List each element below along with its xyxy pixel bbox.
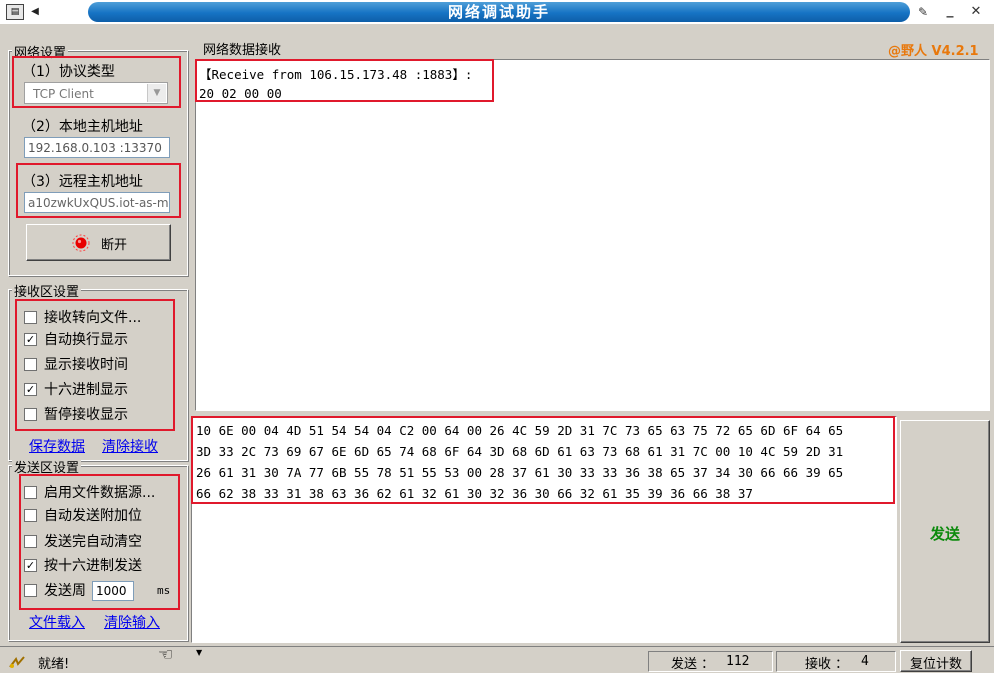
system-menu-icon[interactable]: ◀ — [22, 3, 48, 21]
receive-textarea[interactable]: 【Receive from 106.15.173.48 :1883】: 20 0… — [195, 59, 990, 411]
checkbox-box[interactable]: ✓ — [24, 559, 37, 572]
protocol-value: TCP Client — [33, 87, 94, 101]
clear-receive-link[interactable]: 清除接收 — [102, 436, 158, 456]
chevron-down-icon[interactable]: ▼ — [147, 84, 166, 102]
remote-host-field[interactable]: a10zwkUxQUS.iot-as-m — [24, 192, 170, 213]
checkbox-label: 发送周 — [44, 583, 86, 599]
protocol-label: （1）协议类型 — [22, 64, 115, 80]
checkbox-label: 按十六进制发送 — [44, 558, 142, 574]
checkbox-label: 十六进制显示 — [44, 382, 128, 398]
checkbox-label: 自动发送附加位 — [44, 508, 142, 524]
sent-count-label: 发送 ： — [671, 657, 715, 672]
checkbox-box[interactable] — [24, 509, 37, 522]
sent-count-panel: 发送 ： 112 — [648, 651, 773, 672]
reset-count-label: 复位计数 — [909, 657, 962, 672]
pin-icon[interactable]: ✎ — [913, 4, 933, 20]
checkbox-box[interactable] — [24, 486, 37, 499]
checkbox-label: 启用文件数据源... — [44, 485, 156, 501]
checkbox-box[interactable] — [24, 408, 37, 421]
recv-count-label: 接收 ： — [805, 657, 849, 672]
dropdown-arrow-icon[interactable]: ▼ — [196, 648, 202, 657]
checkbox-label: 自动换行显示 — [44, 332, 128, 348]
period-unit-label: ms — [157, 584, 171, 597]
hand-pointer-icon: ☜ — [158, 645, 174, 665]
checkbox-box[interactable] — [24, 535, 37, 548]
close-icon[interactable]: ✕ — [966, 4, 986, 20]
checkbox-box[interactable] — [24, 358, 37, 371]
checkbox-box[interactable] — [24, 311, 37, 324]
reset-count-button[interactable]: 复位计数 — [900, 650, 972, 672]
remote-host-label: （3）远程主机地址 — [22, 174, 143, 190]
window-title: 网络调试助手 — [447, 3, 550, 21]
clear-input-link[interactable]: 清除输入 — [104, 612, 160, 632]
highlight-send-data — [191, 416, 895, 504]
status-text: 就绪! — [38, 657, 70, 672]
checkbox-box[interactable] — [24, 584, 37, 597]
receive-settings-legend: 接收区设置 — [12, 281, 82, 300]
local-host-label: （2）本地主机地址 — [22, 119, 143, 135]
recv-count-panel: 接收 ： 4 — [776, 651, 896, 672]
highlight-receive-data — [195, 59, 494, 102]
checkbox-box[interactable]: ✓ — [24, 383, 37, 396]
checkbox-label: 接收转向文件... — [44, 310, 142, 326]
receive-area-legend: 网络数据接收 — [201, 39, 284, 58]
protocol-select[interactable]: TCP Client ▼ — [24, 82, 168, 104]
connection-status-icon — [72, 234, 90, 252]
send-button-label: 发送 — [929, 525, 960, 543]
recv-count-value: 4 — [861, 654, 869, 669]
status-ready-icon — [9, 656, 25, 668]
disconnect-button[interactable]: 断开 — [26, 224, 171, 261]
checkbox-label: 发送完自动清空 — [44, 534, 142, 550]
checkbox-box[interactable]: ✓ — [24, 333, 37, 346]
file-load-link[interactable]: 文件载入 — [29, 612, 85, 632]
local-host-field[interactable]: 192.168.0.103 :13370 — [24, 137, 170, 158]
save-data-link[interactable]: 保存数据 — [29, 436, 85, 456]
checkbox-label: 暂停接收显示 — [44, 407, 128, 423]
send-period-input[interactable]: 1000 — [92, 581, 134, 601]
minimize-icon[interactable]: _ — [940, 3, 960, 20]
disconnect-label: 断开 — [101, 238, 128, 253]
send-button[interactable]: 发送 — [900, 420, 990, 643]
status-bar-divider — [0, 646, 994, 647]
version-label: @野人 V4.2.1 — [888, 44, 979, 59]
sent-count-value: 112 — [726, 654, 750, 669]
checkbox-label: 显示接收时间 — [44, 357, 128, 373]
